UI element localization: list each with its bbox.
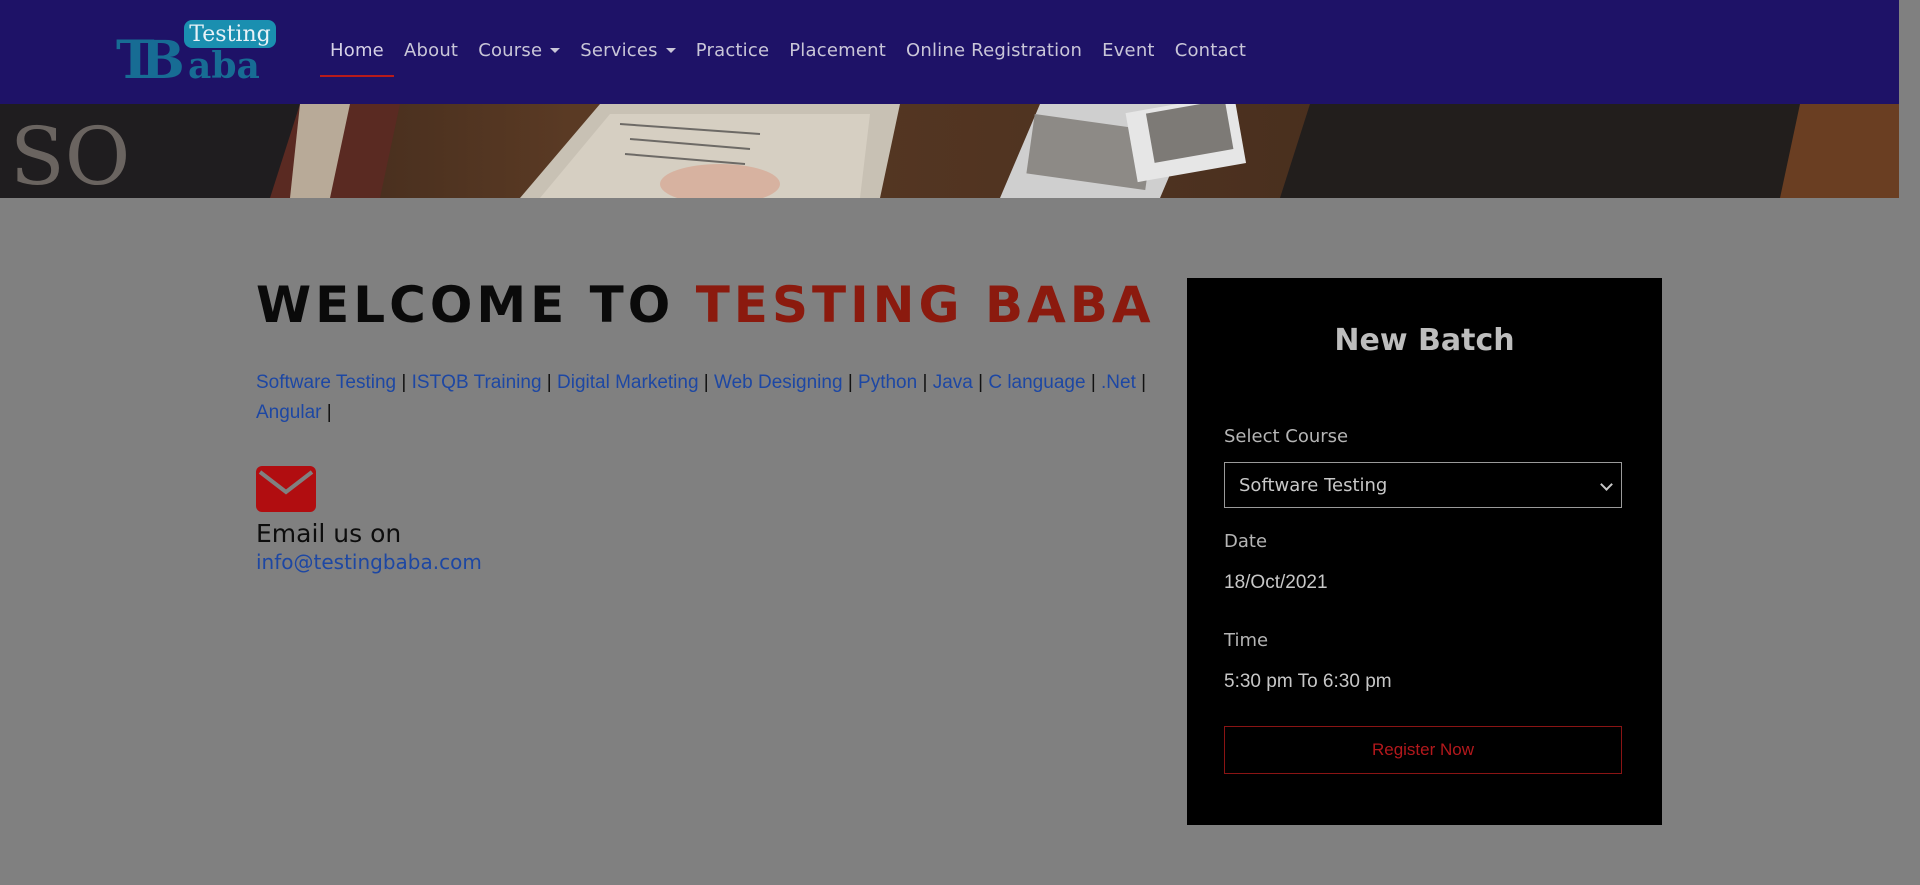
course-link-angular[interactable]: Angular [256, 402, 322, 423]
nav-home-label: Home [330, 39, 384, 61]
nav-about-label: About [403, 39, 459, 61]
nav-services-label: Services [580, 39, 658, 61]
nav-event[interactable]: Event [1092, 0, 1165, 100]
separator: | [978, 372, 984, 393]
new-batch-card: New Batch Select Course Software Testing… [1187, 278, 1662, 825]
date-value: 18/Oct/2021 [1224, 572, 1328, 593]
nav-online-registration[interactable]: Online Registration [896, 0, 1092, 100]
course-link-web-designing[interactable]: Web Designing [714, 372, 843, 393]
logo-top-text: Testing [189, 22, 270, 47]
separator: | [1141, 372, 1147, 393]
chevron-down-icon [1600, 478, 1613, 491]
course-links: Software Testing | ISTQB Training | Digi… [256, 368, 1176, 428]
nav-online-registration-label: Online Registration [905, 39, 1083, 61]
testing-baba-logo[interactable]: Testing TB aba [116, 18, 276, 84]
course-select[interactable]: Software Testing [1224, 462, 1622, 508]
course-link-digital-marketing[interactable]: Digital Marketing [557, 372, 699, 393]
nav-about[interactable]: About [394, 0, 468, 100]
course-link-python[interactable]: Python [858, 372, 917, 393]
course-link-dotnet[interactable]: .Net [1101, 372, 1136, 393]
hero-banner-image: SO [0, 104, 1899, 198]
banner-photo: SO [0, 104, 1899, 198]
date-label: Date [1224, 531, 1268, 552]
svg-text:SO: SO [10, 110, 130, 198]
separator: | [1090, 372, 1096, 393]
nav-course-label: Course [478, 39, 543, 61]
nav-practice[interactable]: Practice [686, 0, 780, 100]
separator: | [546, 372, 552, 393]
course-select-value: Software Testing [1239, 474, 1388, 496]
caret-down-icon [665, 47, 676, 53]
separator: | [326, 402, 332, 423]
top-navbar: Testing TB aba Home About Course Service… [0, 0, 1899, 104]
time-label: Time [1224, 630, 1269, 651]
course-link-software-testing[interactable]: Software Testing [256, 372, 396, 393]
nav-contact[interactable]: Contact [1165, 0, 1256, 100]
separator: | [922, 372, 928, 393]
email-label: Email us on [256, 519, 402, 548]
nav-home[interactable]: Home [320, 0, 394, 100]
welcome-heading: WELCOME TO TESTING BABA [256, 276, 1155, 334]
welcome-prefix: WELCOME TO [256, 276, 696, 334]
nav-services-dropdown[interactable]: Services [570, 0, 686, 100]
register-now-button[interactable]: Register Now [1224, 726, 1622, 774]
email-link[interactable]: info@testingbaba.com [256, 550, 482, 574]
separator: | [847, 372, 853, 393]
nav-placement[interactable]: Placement [779, 0, 896, 100]
course-link-istqb[interactable]: ISTQB Training [412, 372, 542, 393]
batch-title: New Batch [1334, 323, 1515, 358]
nav-course-dropdown[interactable]: Course [468, 0, 570, 100]
time-value: 5:30 pm To 6:30 pm [1224, 671, 1392, 692]
logo-bottom-text: aba [188, 45, 260, 84]
main-nav: Home About Course Services Practice Plac… [320, 0, 1256, 100]
course-link-java[interactable]: Java [933, 372, 973, 393]
separator: | [401, 372, 407, 393]
page: Testing TB aba Home About Course Service… [0, 0, 1920, 885]
caret-down-icon [550, 47, 561, 53]
logo-monogram: TB [116, 30, 183, 84]
nav-placement-label: Placement [789, 39, 886, 61]
nav-event-label: Event [1102, 39, 1155, 61]
nav-practice-label: Practice [695, 39, 770, 61]
nav-contact-label: Contact [1174, 39, 1247, 61]
course-link-c-language[interactable]: C language [988, 372, 1085, 393]
select-course-label: Select Course [1224, 426, 1349, 447]
welcome-highlight: TESTING BABA [695, 276, 1155, 334]
separator: | [703, 372, 709, 393]
envelope-icon [256, 466, 316, 512]
